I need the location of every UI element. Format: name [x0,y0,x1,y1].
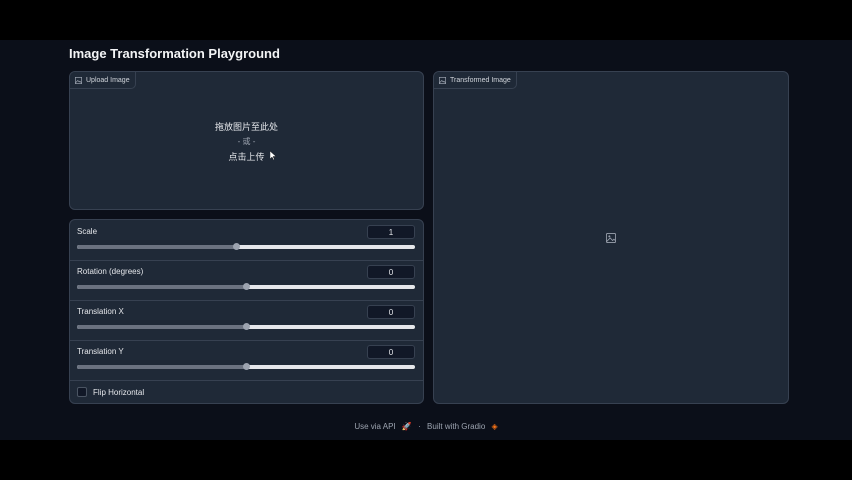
slider-row-rotation: Rotation (degrees) 0 [70,260,423,301]
slider-fill [77,365,246,369]
cursor-icon [270,151,276,160]
flip-horizontal-label: Flip Horizontal [93,387,145,397]
slider-thumb[interactable] [232,243,240,250]
output-panel: Transformed Image [433,71,789,404]
slider-fill [77,285,246,289]
slider-label: Scale [77,227,98,236]
slider-label: Translation Y [77,347,124,356]
checkbox-box[interactable] [77,387,87,397]
drop-or: - 或 - [237,137,256,146]
rotation-slider[interactable] [77,283,415,290]
gradio-logo-icon: ◈ [491,422,498,431]
flip-horizontal-checkbox[interactable]: Flip Horizontal [77,387,144,397]
drop-text: 拖放图片至此处 [214,122,278,132]
click-upload-text: 点击上传 [228,152,265,162]
translation-x-number-input[interactable]: 0 [367,305,415,319]
translation-x-slider[interactable] [77,323,415,330]
output-label-text: Transformed Image [450,76,511,84]
built-with-gradio-link[interactable]: Built with Gradio [427,422,485,431]
scale-slider[interactable] [77,243,415,250]
slider-label: Translation X [77,307,124,316]
upload-panel[interactable]: Upload Image 拖放图片至此处 - 或 - 点击上传 [69,71,424,210]
slider-thumb[interactable] [243,283,250,290]
slider-fill [77,245,236,249]
use-via-api-link[interactable]: Use via API [354,422,395,431]
slider-thumb[interactable] [243,363,250,370]
translation-y-number-input[interactable]: 0 [367,345,415,359]
slider-row-translation-x: Translation X 0 [70,300,423,341]
slider-row-translation-y: Translation Y 0 [70,340,423,381]
footer-separator: · [418,422,421,431]
app-container: Image Transformation Playground Upload I… [0,40,852,440]
translation-y-slider[interactable] [77,363,415,370]
controls-panel: Scale 1 Rotation (degrees) 0 Translation… [69,219,424,404]
scale-number-input[interactable]: 1 [367,225,415,239]
image-icon [75,76,82,84]
slider-row-scale: Scale 1 [70,220,423,261]
output-label: Transformed Image [434,72,517,89]
drop-zone[interactable]: 拖放图片至此处 - 或 - 点击上传 [70,120,423,163]
image-icon [439,76,446,84]
upload-label-text: Upload Image [86,76,130,84]
slider-fill [77,325,246,329]
upload-label: Upload Image [70,72,136,89]
slider-label: Rotation (degrees) [77,267,144,276]
image-placeholder-icon [606,233,616,243]
rocket-icon: 🚀 [401,422,412,431]
page-title: Image Transformation Playground [69,46,280,61]
footer: Use via API 🚀 · Built with Gradio ◈ [0,422,852,431]
slider-thumb[interactable] [243,323,250,330]
rotation-number-input[interactable]: 0 [367,265,415,279]
